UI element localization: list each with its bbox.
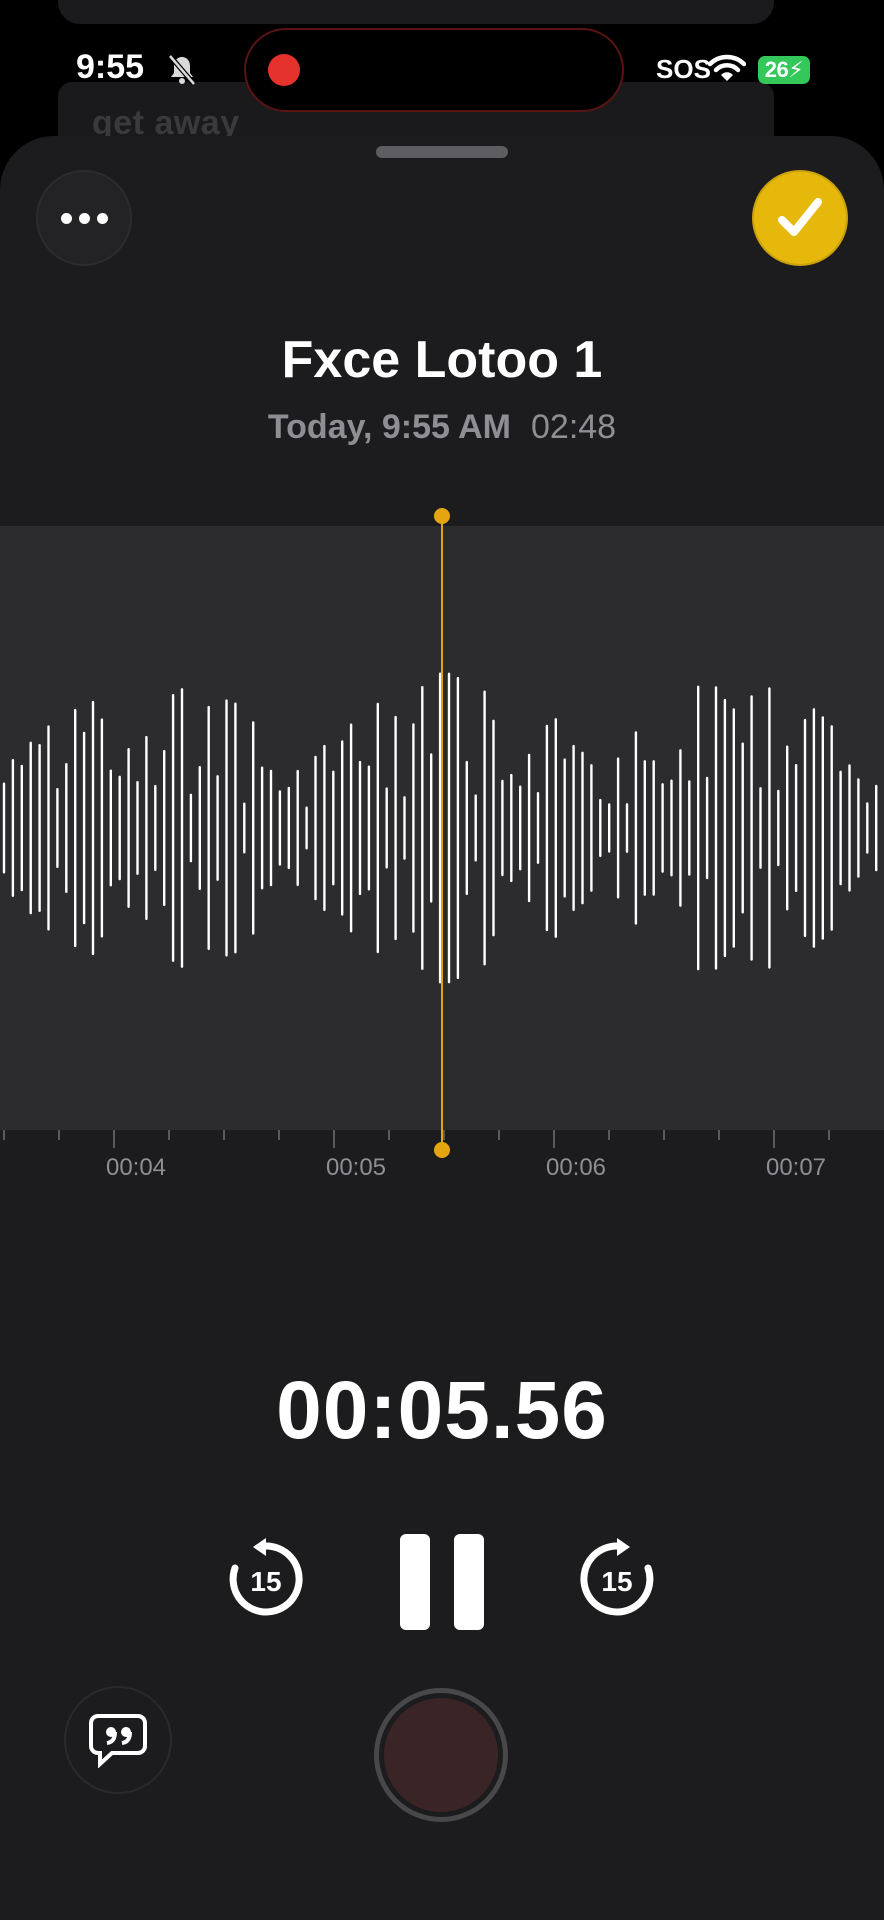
done-button[interactable] [752, 170, 848, 266]
dynamic-island[interactable] [244, 28, 624, 112]
sos-indicator: SOS [656, 54, 711, 84]
record-button[interactable] [374, 1688, 508, 1822]
sheet-grabber[interactable] [376, 146, 508, 158]
timeline-label: 00:04 [105, 1154, 167, 1181]
checkmark-icon [778, 198, 822, 236]
waveform-area[interactable] [0, 508, 884, 1158]
skip-back-15-icon[interactable]: 15 [225, 1538, 307, 1620]
playhead-handle[interactable] [434, 508, 450, 524]
recording-sheet: Fxce Lotoo 1 Today, 9:55 AM 02:48 00:04 0… [0, 136, 884, 1920]
pause-icon [400, 1534, 430, 1630]
recording-date: Today, 9:55 AM [267, 408, 511, 446]
battery-indicator: 26 ⚡ [758, 56, 810, 84]
transcript-button[interactable] [64, 1686, 172, 1794]
recording-indicator-icon [268, 54, 300, 86]
timeline-label: 00:07 [765, 1154, 827, 1181]
bell-slash-icon [168, 54, 196, 86]
recording-duration: 02:48 [531, 408, 617, 446]
more-button[interactable] [36, 170, 132, 266]
playhead[interactable] [441, 508, 443, 1148]
skip-forward-15-icon[interactable]: 15 [576, 1538, 658, 1620]
pause-button[interactable] [400, 1534, 484, 1630]
timeline-label: 00:05 [325, 1154, 387, 1181]
timeline-label: 00:06 [545, 1154, 607, 1181]
skip-forward-label: 15 [601, 1566, 632, 1597]
recording-subtitle: Today, 9:55 AM 02:48 [0, 408, 884, 447]
timeline-ruler: 00:04 00:05 00:06 00:07 [0, 1130, 884, 1190]
skip-back-label: 15 [250, 1566, 281, 1597]
recording-title[interactable]: Fxce Lotoo 1 [0, 330, 884, 390]
record-icon [384, 1698, 498, 1812]
current-time: 00:05.56 [276, 1365, 608, 1456]
wifi-icon [708, 54, 746, 81]
more-icon [60, 212, 72, 224]
background-card [58, 0, 774, 24]
status-time: 9:55 [76, 48, 145, 86]
ruler-ticks [3, 1130, 830, 1148]
transcript-icon [89, 1714, 147, 1768]
